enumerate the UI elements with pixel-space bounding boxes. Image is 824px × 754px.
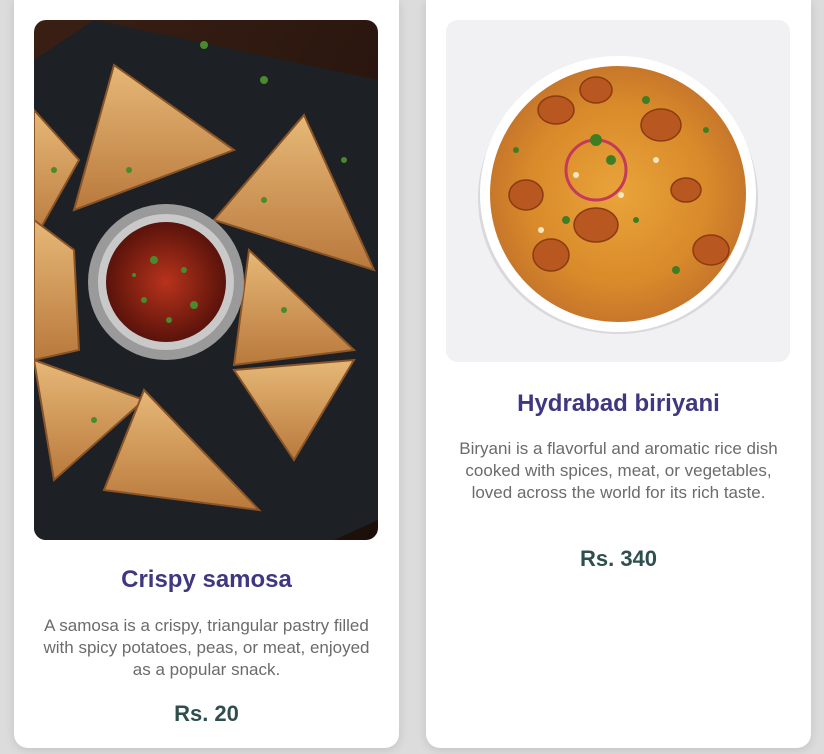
food-description: Biryani is a flavorful and aromatic rice…: [459, 439, 778, 502]
food-description: A samosa is a crispy, triangular pastry …: [43, 616, 370, 679]
food-card-grid: Crispy samosa A samosa is a crispy, tria…: [0, 0, 824, 754]
food-price: Rs. 20: [174, 701, 239, 726]
food-title: Hydrabad biriyani: [517, 390, 720, 417]
food-card-biryani[interactable]: Hydrabad biriyani Biryani is a flavorful…: [426, 0, 811, 748]
samosa-illustration: [34, 20, 378, 540]
food-price: Rs. 340: [579, 546, 658, 571]
samosa-photo: [34, 20, 378, 540]
food-card-samosa[interactable]: Crispy samosa A samosa is a crispy, tria…: [14, 0, 399, 748]
biryani-illustration: [446, 20, 790, 362]
biryani-photo: [446, 20, 790, 362]
food-title: Crispy samosa: [121, 566, 292, 593]
